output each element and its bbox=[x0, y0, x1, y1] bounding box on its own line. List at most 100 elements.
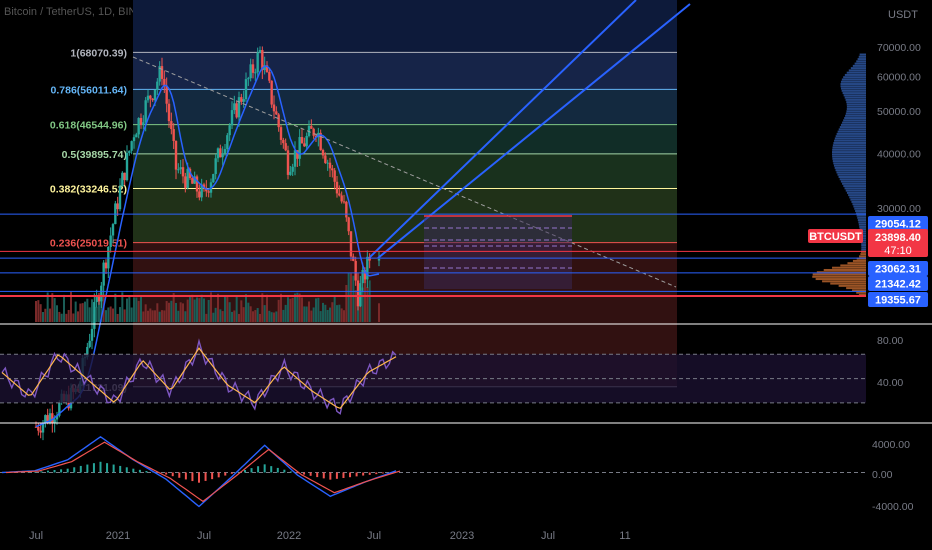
volume-profile-bar bbox=[835, 169, 866, 172]
volume-bar bbox=[249, 306, 252, 322]
candle-body bbox=[289, 171, 292, 175]
macd-histogram-bar bbox=[224, 472, 227, 476]
candle-body bbox=[93, 302, 96, 329]
volume-profile-bar bbox=[844, 96, 866, 99]
macd-histogram-bar bbox=[362, 472, 365, 476]
volume-bar bbox=[245, 294, 247, 322]
macd-histogram-bar bbox=[165, 472, 168, 475]
candle-body bbox=[326, 162, 329, 164]
volume-bar bbox=[72, 313, 75, 322]
price-labels: 29054.12 23062.31 21342.42 19355.67 BTCUSDT 2… bbox=[808, 216, 928, 307]
volume-profile-bar bbox=[845, 114, 866, 117]
candle-body bbox=[235, 103, 238, 118]
volume-bar bbox=[275, 311, 278, 322]
candle-body bbox=[130, 141, 133, 151]
current-symbol-label: BTCUSDT bbox=[809, 231, 862, 243]
candle-body bbox=[340, 195, 343, 202]
volume-bar bbox=[168, 302, 170, 322]
volume-bar bbox=[305, 306, 308, 322]
volume-bar bbox=[191, 294, 194, 322]
volume-bar bbox=[280, 293, 282, 322]
candle-body bbox=[300, 137, 304, 144]
volume-bar bbox=[44, 308, 47, 322]
candle-body bbox=[282, 139, 285, 144]
volume-profile-bar bbox=[837, 173, 866, 176]
volume-profile-bar bbox=[855, 210, 866, 213]
volume-bar bbox=[282, 309, 285, 322]
macd-histogram-bar bbox=[125, 467, 128, 473]
volume-profile-bar bbox=[861, 244, 866, 247]
volume-profile-bar bbox=[852, 64, 866, 67]
volume-bar bbox=[200, 294, 203, 322]
volume-bar bbox=[91, 299, 93, 322]
volume-bar bbox=[84, 301, 86, 322]
candle-body bbox=[298, 137, 301, 159]
volume-bar bbox=[154, 310, 156, 322]
candle-body bbox=[335, 181, 339, 194]
volume-bar bbox=[135, 297, 138, 322]
macd-histogram-bar bbox=[119, 465, 122, 473]
volume-profile-bar bbox=[844, 117, 866, 120]
volume-bar bbox=[366, 287, 369, 322]
volume-bar bbox=[240, 300, 243, 322]
candle-body bbox=[174, 140, 178, 170]
candle-body bbox=[156, 81, 159, 90]
volume-bar bbox=[343, 310, 345, 322]
volume-profile-bar bbox=[845, 98, 866, 101]
volume-bar bbox=[79, 303, 82, 322]
candle-body bbox=[125, 153, 129, 181]
volume-bar bbox=[67, 309, 70, 322]
volume-profile-bar bbox=[832, 160, 866, 163]
candle-body bbox=[146, 95, 150, 101]
candle-body bbox=[338, 193, 341, 196]
macd-histogram-bar bbox=[145, 471, 148, 473]
candle-body bbox=[244, 79, 248, 100]
volume-bar bbox=[189, 296, 191, 322]
candle-body bbox=[198, 191, 201, 198]
volume-bar bbox=[326, 309, 329, 322]
candle-body bbox=[242, 99, 245, 102]
time-tick-label: Jul bbox=[197, 530, 211, 542]
volume-bar bbox=[212, 312, 215, 322]
candle-body bbox=[328, 162, 332, 169]
volume-bar bbox=[277, 299, 280, 322]
candle-body bbox=[177, 169, 180, 171]
macd-histogram-bar bbox=[99, 461, 102, 473]
volume-bar bbox=[133, 297, 135, 322]
macd-histogram-bar bbox=[381, 472, 384, 474]
volume-profile-bar bbox=[859, 255, 866, 258]
trading-chart[interactable]: 1(68070.39) 0.786(56011.64) 0.618(46544.96… bbox=[0, 0, 932, 550]
macd-histogram-bar bbox=[132, 468, 135, 473]
price-unit-label: USDT bbox=[888, 9, 918, 21]
macd-histogram-bar bbox=[289, 471, 292, 473]
volume-bar bbox=[214, 307, 217, 322]
volume-profile-bar bbox=[842, 182, 866, 185]
volume-profile-bar bbox=[846, 71, 866, 74]
macd-histogram-bar bbox=[40, 471, 43, 473]
candle-body bbox=[170, 121, 173, 130]
candle-body bbox=[354, 260, 357, 281]
fib-label: 1(68070.39) bbox=[70, 47, 127, 59]
candle-body bbox=[237, 97, 241, 118]
volume-bar bbox=[198, 298, 201, 322]
volume-profile-bar bbox=[846, 105, 866, 108]
volume-profile-bar bbox=[840, 123, 866, 126]
volume-bar bbox=[266, 294, 268, 322]
fib-zone bbox=[133, 188, 677, 243]
volume-bar bbox=[226, 296, 229, 322]
candle-body bbox=[247, 78, 250, 80]
volume-bar bbox=[74, 301, 77, 322]
candle-body bbox=[233, 103, 236, 111]
volume-profile-bar bbox=[832, 144, 866, 147]
volume-bar bbox=[361, 287, 364, 322]
volume-bar bbox=[77, 311, 79, 322]
volume-bar bbox=[247, 302, 250, 322]
volume-bar bbox=[95, 306, 98, 322]
volume-bar bbox=[81, 303, 84, 322]
macd-histogram-bar bbox=[73, 467, 76, 473]
volume-bar bbox=[37, 300, 40, 322]
fibonacci-zones bbox=[133, 0, 677, 387]
volume-profile-bar bbox=[832, 153, 866, 156]
volume-bar bbox=[63, 294, 65, 322]
volume-bar bbox=[60, 313, 63, 322]
